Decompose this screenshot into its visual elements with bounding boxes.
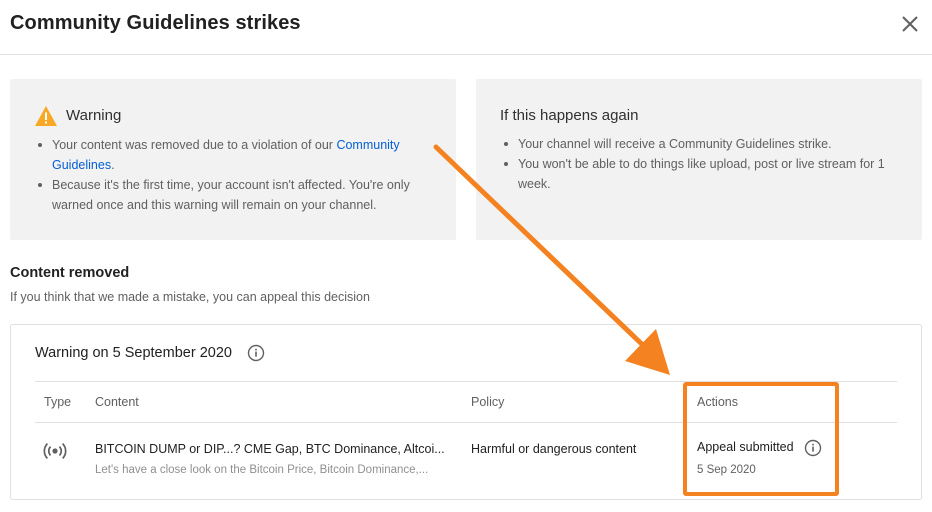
warning-bullet-first-time: Because it's the first time, your accoun…: [36, 175, 436, 215]
if-happens-again-heading: If this happens again: [500, 107, 639, 124]
warning-bullet-text: Your content was removed due to a violat…: [52, 138, 337, 152]
content-removed-subtitle: If you think that we made a mistake, you…: [10, 290, 370, 304]
column-header-policy: Policy: [471, 395, 505, 409]
content-description: Let's have a close look on the Bitcoin P…: [95, 464, 429, 476]
column-header-type: Type: [44, 395, 72, 409]
dialog-title: Community Guidelines strikes: [10, 12, 301, 34]
warning-triangle-icon: [35, 106, 57, 126]
warning-card: Warning Your content was removed due to …: [10, 79, 456, 240]
annotation-arrow-icon: [433, 144, 670, 375]
content-title[interactable]: BITCOIN DUMP or DIP...? CME Gap, BTC Dom…: [95, 442, 449, 456]
content-removed-title: Content removed: [10, 265, 130, 281]
close-icon[interactable]: [898, 12, 922, 36]
warning-bullets: Your content was removed due to a violat…: [36, 135, 436, 215]
warning-panel-title: Warning on 5 September 2020: [35, 345, 232, 361]
dialog-header: Community Guidelines strikes: [0, 0, 932, 55]
warning-heading: Warning: [66, 107, 122, 124]
highlight-box: [683, 382, 839, 496]
policy-value: Harmful or dangerous content: [471, 442, 637, 456]
live-broadcast-icon: [43, 443, 67, 459]
info-icon[interactable]: [247, 344, 265, 362]
warning-bullet-removed: Your content was removed due to a violat…: [36, 135, 436, 175]
warning-bullet-end: .: [111, 158, 115, 172]
column-header-content: Content: [95, 395, 139, 409]
